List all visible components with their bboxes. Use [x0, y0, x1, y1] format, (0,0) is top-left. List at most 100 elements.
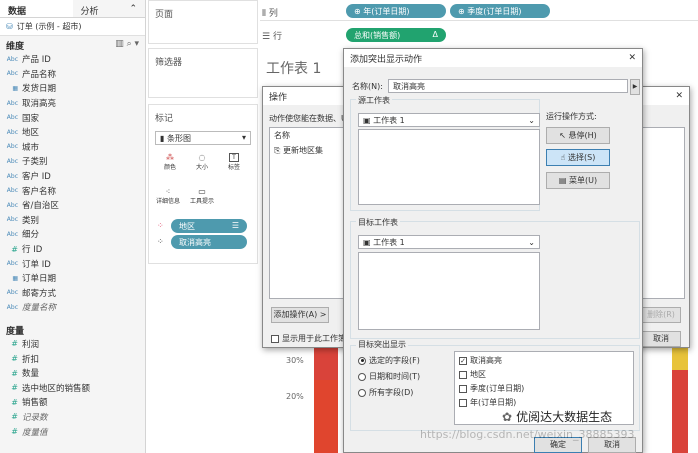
dimension-field[interactable]: Abc 地区	[0, 125, 145, 140]
rows-shelf[interactable]: ☰ 行 总和(销售额) Δ	[260, 27, 698, 45]
tab-analysis-label: 分析	[80, 7, 99, 17]
number-type-icon: #	[11, 354, 18, 364]
measure-field[interactable]: # 利润	[0, 337, 145, 352]
chart-bar[interactable]	[672, 370, 688, 453]
close-icon[interactable]: ✕	[675, 91, 683, 101]
source-sheet-list[interactable]	[358, 129, 540, 205]
measure-field[interactable]: # 数量	[0, 366, 145, 381]
dimension-field[interactable]: Abc 国家	[0, 110, 145, 125]
radio-all-fields[interactable]: 所有字段(D)	[358, 387, 413, 398]
field-checkbox[interactable]: 年(订单日期)	[459, 397, 516, 408]
datasource-item[interactable]: ⛁ 订单 (示例 - 超市)	[0, 18, 145, 36]
checkbox-icon	[271, 334, 279, 343]
dimension-field[interactable]: ▦ 订单日期	[0, 271, 145, 286]
column-pill-year[interactable]: ⊕ 年(订单日期)	[346, 4, 446, 18]
source-sheet-select[interactable]: ▣ 工作表 1 ⌄	[358, 113, 540, 127]
columns-shelf[interactable]: ⦀ 列 ⊕ 年(订单日期) ⊕ 季度(订单日期)	[260, 3, 698, 21]
target-sheet-select[interactable]: ▣ 工作表 1 ⌄	[358, 235, 540, 249]
action-item[interactable]: ⎘ 更新地区集	[270, 143, 348, 158]
show-all-checkbox[interactable]: 显示用于此工作簿	[271, 333, 346, 344]
dimension-field[interactable]: Abc 省/自治区	[0, 198, 145, 213]
measure-field[interactable]: # 度量值	[0, 424, 145, 439]
view-options-icon[interactable]: ▥ ⌕ ▾	[115, 39, 139, 49]
string-type-icon: Abc	[6, 216, 18, 224]
filters-card[interactable]: 筛选器	[148, 48, 258, 98]
label-icon: T	[229, 153, 239, 162]
mark-tooltip-label: 工具提示	[189, 198, 214, 205]
run-hover-button[interactable]: ↖ 悬停(H)	[546, 127, 610, 144]
measure-field[interactable]: # 销售额	[0, 395, 145, 410]
mark-type-select[interactable]: ▮ 条形图 ▾	[155, 131, 251, 145]
dimension-field[interactable]: Abc 城市	[0, 140, 145, 155]
dimension-field[interactable]: Abc 取消高亮	[0, 96, 145, 111]
actions-cancel-button[interactable]: 取消	[641, 331, 681, 347]
measure-field[interactable]: # 选中地区的销售额	[0, 380, 145, 395]
tab-analysis[interactable]: 分析 ⌃	[73, 0, 146, 17]
dimension-field[interactable]: Abc 类别	[0, 213, 145, 228]
dimension-field[interactable]: Abc 订单 ID	[0, 256, 145, 271]
row-pill-sales[interactable]: 总和(销售额) Δ	[346, 28, 446, 42]
field-checkbox[interactable]: 季度(订单日期)	[459, 383, 524, 394]
measure-field[interactable]: # 记录数	[0, 410, 145, 425]
field-name: 数量	[22, 369, 40, 380]
mark-tooltip-button[interactable]: ▭ 工具提示	[187, 187, 217, 205]
radio-date-time[interactable]: 日期和时间(T)	[358, 371, 420, 382]
measure-field[interactable]: # 折扣	[0, 351, 145, 366]
tab-data[interactable]: 数据	[0, 0, 73, 17]
show-all-label: 显示用于此工作簿	[282, 334, 346, 343]
column-pill-quarter-label: 季度(订单日期)	[467, 7, 522, 16]
mark-label-button[interactable]: T 标签	[221, 153, 247, 171]
field-checkbox-label: 取消高亮	[470, 356, 502, 365]
dimension-field[interactable]: Abc 细分	[0, 227, 145, 242]
close-icon[interactable]: ✕	[628, 53, 636, 63]
mark-type-value: ▮ 条形图	[160, 133, 191, 143]
datasource-label: 订单 (示例 - 超市)	[16, 22, 82, 31]
insert-menu-button[interactable]: ▶	[630, 79, 640, 95]
radio-icon	[358, 372, 366, 381]
dimension-field[interactable]: Abc 子类别	[0, 154, 145, 169]
mark-detail-button[interactable]: ⁖ 详细信息	[153, 187, 183, 205]
mark-label-label: 标签	[227, 164, 240, 171]
chart-bar[interactable]	[314, 380, 338, 453]
dimension-field[interactable]: Abc 邮寄方式	[0, 286, 145, 301]
actions-list[interactable]: 名称 ⎘ 更新地区集	[269, 127, 349, 299]
chart-axis-label-30: 30%	[286, 356, 304, 365]
name-input[interactable]: 取消高亮	[388, 79, 628, 93]
mark-type-label: 条形图	[166, 134, 191, 143]
column-pill-quarter[interactable]: ⊕ 季度(订单日期)	[450, 4, 550, 18]
run-select-button[interactable]: ☝ 选择(S)	[546, 149, 610, 166]
radio-selected-fields[interactable]: 选定的字段(F)	[358, 355, 420, 366]
add-action-button[interactable]: 添加操作(A) >	[271, 307, 329, 323]
run-menu-button[interactable]: ▤ 菜单(U)	[546, 172, 610, 189]
mark-color-button[interactable]: ⁂ 颜色	[157, 153, 183, 171]
field-checkbox[interactable]: 地区	[459, 369, 486, 380]
dimension-field[interactable]: Abc 客户 ID	[0, 169, 145, 184]
number-type-icon: #	[11, 368, 18, 378]
dimension-field[interactable]: Abc 客户名称	[0, 183, 145, 198]
delete-action-button[interactable]: 删除(R)	[641, 307, 681, 323]
actions-hint: 动作使您能在数据、U	[269, 114, 347, 123]
number-type-icon: #	[11, 427, 18, 437]
rows-icon: ☰	[262, 32, 271, 42]
dimension-field[interactable]: # 行 ID	[0, 242, 145, 257]
number-type-icon: #	[11, 339, 18, 349]
target-sheet-list[interactable]	[358, 252, 540, 330]
mark-size-button[interactable]: ◌ 大小	[189, 153, 215, 171]
field-checkbox[interactable]: ✓ 取消高亮	[459, 355, 502, 366]
dimension-field[interactable]: ▦ 发货日期	[0, 81, 145, 96]
dimension-field[interactable]: Abc 产品名称	[0, 67, 145, 82]
mark-pill-unhighlight[interactable]: 取消高亮	[171, 235, 247, 249]
mark-pill-region-label: 地区	[179, 222, 195, 231]
run-select-label: 选择(S)	[568, 153, 596, 162]
field-checkbox-label: 地区	[470, 370, 486, 379]
actions-col-name: 名称	[274, 131, 290, 140]
rows-label: ☰ 行	[262, 29, 282, 42]
chevron-down-icon[interactable]: ⌃	[129, 4, 137, 14]
mark-pill-region[interactable]: 地区 ☰	[171, 219, 247, 233]
field-name: 记录数	[22, 412, 48, 423]
chevron-down-icon: ▾	[241, 133, 246, 142]
pages-card[interactable]: 页面	[148, 0, 258, 44]
dimension-field[interactable]: Abc 度量名称	[0, 300, 145, 315]
dimension-field[interactable]: Abc 产品 ID	[0, 52, 145, 67]
delta-icon: Δ	[432, 30, 438, 39]
